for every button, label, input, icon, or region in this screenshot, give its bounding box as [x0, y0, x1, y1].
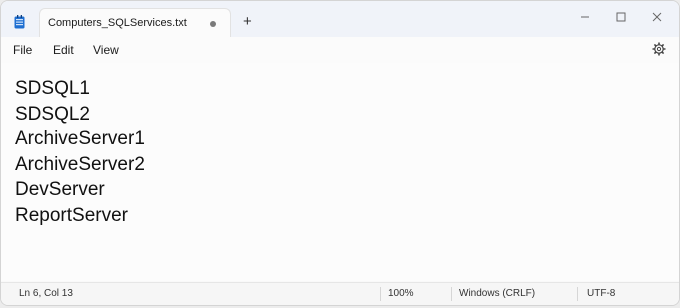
tab-computers-sqlservices[interactable]: Computers_SQLServices.txt: [39, 8, 231, 37]
cursor-position[interactable]: Ln 6, Col 13: [19, 288, 73, 299]
text-line: DevServer: [15, 179, 105, 200]
text-editor[interactable]: SDSQL1 SDSQL2 ArchiveServer1 ArchiveServ…: [1, 63, 679, 281]
notepad-icon: [14, 15, 25, 29]
zoom-level[interactable]: 100%: [388, 288, 414, 299]
status-divider: [451, 287, 452, 301]
new-tab-button[interactable]: +: [243, 14, 252, 29]
text-line: ArchiveServer1: [15, 128, 145, 149]
title-bar: Computers_SQLServices.txt +: [1, 1, 679, 37]
encoding[interactable]: UTF-8: [587, 288, 615, 299]
menu-view[interactable]: View: [93, 43, 119, 57]
text-line: ReportServer: [15, 205, 128, 226]
status-divider: [380, 287, 381, 301]
maximize-icon[interactable]: [611, 9, 631, 25]
menu-edit[interactable]: Edit: [53, 43, 74, 57]
text-line: ArchiveServer2: [15, 154, 145, 175]
status-bar: Ln 6, Col 13 100% Windows (CRLF) UTF-8: [1, 282, 679, 305]
gear-icon[interactable]: [652, 42, 666, 56]
unsaved-dot-icon[interactable]: [210, 21, 216, 27]
line-ending[interactable]: Windows (CRLF): [459, 288, 535, 299]
text-line: SDSQL2: [15, 104, 90, 125]
minimize-icon[interactable]: [575, 9, 595, 25]
menu-bar: File Edit View: [1, 37, 679, 63]
text-line: SDSQL1: [15, 78, 90, 99]
menu-file[interactable]: File: [13, 43, 32, 57]
status-divider: [577, 287, 578, 301]
close-icon[interactable]: [647, 9, 667, 25]
tab-title: Computers_SQLServices.txt: [48, 17, 187, 29]
notepad-window: Computers_SQLServices.txt + File Edit Vi…: [0, 0, 680, 306]
